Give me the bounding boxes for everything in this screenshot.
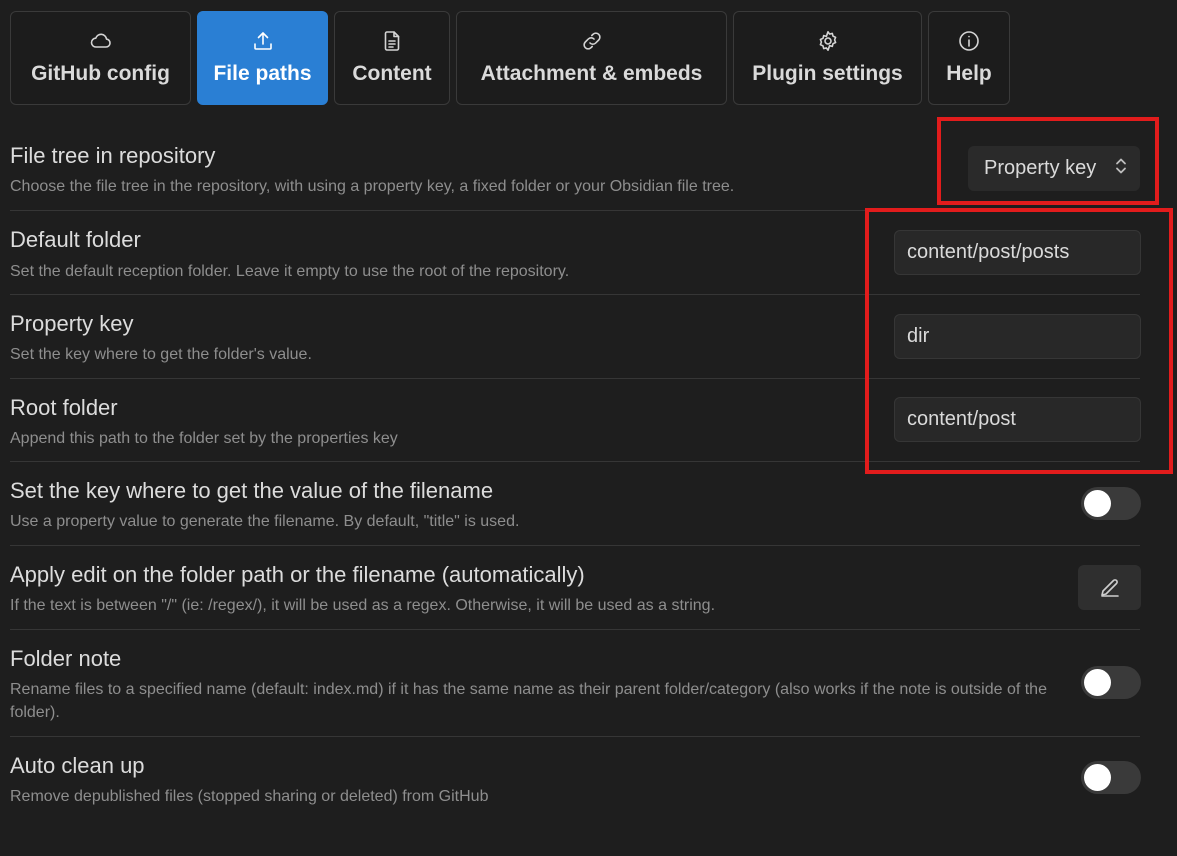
- setting-description: Use a property value to generate the fil…: [10, 513, 520, 530]
- gear-icon: [816, 28, 840, 54]
- pencil-icon: [1098, 576, 1122, 600]
- tab-label: Help: [946, 62, 992, 85]
- input-value: dir: [907, 325, 930, 347]
- setting-description: If the text is between "/" (ie: /regex/)…: [10, 597, 716, 614]
- setting-apply-edit: Apply edit on the folder path or the fil…: [10, 545, 1140, 629]
- setting-name: Property key: [10, 311, 134, 336]
- tab-label: File paths: [213, 62, 312, 85]
- folder-note-toggle[interactable]: [1081, 666, 1141, 699]
- tab-label: Attachment & embeds: [480, 62, 703, 85]
- tab-label: GitHub config: [31, 62, 170, 85]
- tab-label: Content: [352, 62, 432, 85]
- setting-name: Set the key where to get the value of th…: [10, 478, 494, 503]
- setting-name: Auto clean up: [10, 753, 145, 778]
- cloud-icon: [89, 28, 113, 54]
- info-icon: [957, 28, 981, 54]
- select-value: Property key: [984, 157, 1097, 179]
- default-folder-input[interactable]: content/post/posts: [894, 230, 1141, 275]
- apply-edit-button[interactable]: [1078, 565, 1141, 610]
- tab-plugin-settings[interactable]: Plugin settings: [733, 11, 922, 105]
- setting-description: Rename files to a specified name (defaul…: [10, 681, 1047, 721]
- toggle-knob: [1084, 669, 1111, 696]
- tab-github-config[interactable]: GitHub config: [10, 11, 191, 105]
- setting-name: Folder note: [10, 646, 122, 671]
- setting-folder-note: Folder note Rename files to a specified …: [10, 629, 1140, 737]
- tab-help[interactable]: Help: [928, 11, 1010, 105]
- root-folder-input[interactable]: content/post: [894, 397, 1141, 442]
- setting-name: Root folder: [10, 395, 118, 420]
- input-value: content/post: [907, 408, 1016, 430]
- toggle-knob: [1084, 764, 1111, 791]
- tab-attachment-embeds[interactable]: Attachment & embeds: [456, 11, 727, 105]
- setting-name: Apply edit on the folder path or the fil…: [10, 562, 585, 587]
- file-tree-select[interactable]: Property key: [968, 146, 1140, 191]
- chevron-updown-icon: [1114, 156, 1128, 182]
- toggle-knob: [1084, 490, 1111, 517]
- setting-description: Choose the file tree in the repository, …: [10, 178, 735, 195]
- upload-icon: [251, 28, 275, 54]
- setting-filename-key: Set the key where to get the value of th…: [10, 461, 1140, 545]
- setting-description: Set the key where to get the folder's va…: [10, 346, 312, 363]
- link-icon: [580, 28, 604, 54]
- setting-description: Remove depublished files (stopped sharin…: [10, 788, 489, 805]
- input-value: content/post/posts: [907, 241, 1070, 263]
- setting-auto-clean: Auto clean up Remove depublished files (…: [10, 736, 1140, 820]
- setting-name: Default folder: [10, 227, 141, 252]
- document-icon: [380, 28, 404, 54]
- auto-clean-toggle[interactable]: [1081, 761, 1141, 794]
- setting-description: Append this path to the folder set by th…: [10, 430, 398, 447]
- property-key-input[interactable]: dir: [894, 314, 1141, 359]
- tab-label: Plugin settings: [752, 62, 903, 85]
- filename-key-toggle[interactable]: [1081, 487, 1141, 520]
- tab-file-paths[interactable]: File paths: [197, 11, 328, 105]
- setting-description: Set the default reception folder. Leave …: [10, 263, 570, 280]
- setting-name: File tree in repository: [10, 143, 216, 168]
- tab-content[interactable]: Content: [334, 11, 450, 105]
